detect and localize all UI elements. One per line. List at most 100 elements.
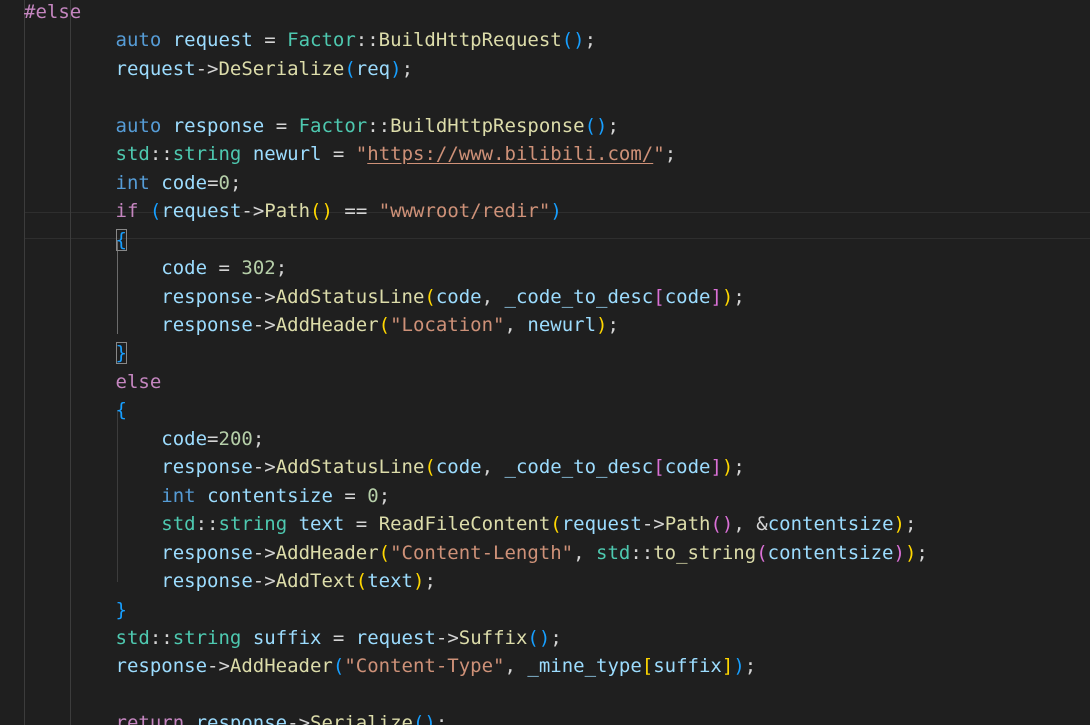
code-line[interactable]: response->AddHeader("Location", newurl);: [24, 311, 928, 339]
code-token: (: [424, 456, 436, 479]
code-token: ->: [195, 57, 219, 80]
code-token: code: [664, 285, 711, 308]
code-lines[interactable]: #else auto request = Factor::BuildHttpRe…: [24, 0, 928, 725]
code-token: response: [172, 114, 265, 137]
code-token: [: [653, 285, 665, 308]
code-line[interactable]: response->AddHeader("Content-Length", st…: [24, 539, 928, 567]
code-line[interactable]: code=200;: [24, 425, 928, 453]
code-token: code: [161, 171, 208, 194]
code-token: suffix: [252, 626, 322, 649]
code-token: suffix: [653, 655, 722, 678]
code-token: AddHeader: [275, 313, 379, 336]
code-token: ->: [252, 313, 276, 336]
code-token: ;: [664, 143, 677, 166]
code-editor[interactable]: #else auto request = Factor::BuildHttpRe…: [0, 0, 1090, 725]
code-token: ,: [481, 456, 505, 479]
code-token: code: [664, 456, 711, 479]
code-token: AddHeader: [275, 541, 379, 564]
code-token: ): [424, 712, 436, 725]
code-token: ): [721, 285, 734, 308]
code-token: ,: [504, 313, 528, 336]
code-token: Factor: [298, 114, 368, 137]
code-line[interactable]: std::string newurl = "https://www.bilibi…: [24, 140, 928, 168]
code-token: contentsize: [207, 484, 333, 507]
code-line[interactable]: [24, 83, 928, 111]
code-token: ;: [733, 285, 745, 308]
code-token: response: [161, 541, 253, 564]
code-token: =: [321, 626, 356, 649]
code-token: (: [584, 114, 597, 137]
code-line[interactable]: response->AddStatusLine(code, _code_to_d…: [24, 453, 928, 481]
code-token: ::: [630, 541, 654, 564]
code-token: code: [161, 257, 208, 280]
code-line[interactable]: response->AddHeader("Content-Type", _min…: [24, 652, 928, 680]
code-token: ): [904, 541, 917, 564]
code-line[interactable]: auto response = Factor::BuildHttpRespons…: [24, 112, 928, 140]
code-token: req: [355, 57, 391, 80]
code-token: 0: [218, 171, 230, 194]
code-token: Path: [264, 200, 311, 223]
code-line[interactable]: }: [24, 596, 928, 624]
code-line[interactable]: {: [24, 226, 928, 254]
code-token: DeSerialize: [218, 57, 345, 80]
code-token: (: [378, 541, 391, 564]
code-line[interactable]: int code=0;: [24, 169, 928, 197]
code-line[interactable]: std::string text = ReadFileContent(reque…: [24, 510, 928, 538]
code-token: (: [412, 712, 425, 725]
code-token: request: [355, 626, 436, 649]
code-token: else: [115, 370, 162, 393]
code-token: std: [115, 626, 150, 649]
code-token: std: [161, 513, 196, 536]
code-token: newurl: [527, 313, 597, 336]
code-line[interactable]: #else: [24, 0, 928, 26]
code-line[interactable]: auto request = Factor::BuildHttpRequest(…: [24, 26, 928, 54]
code-token: ReadFileContent: [378, 513, 551, 536]
code-token: =: [252, 29, 288, 52]
code-token: =: [344, 513, 379, 536]
code-token: ]: [721, 655, 734, 678]
code-token: ;: [744, 655, 757, 678]
code-line[interactable]: else: [24, 368, 928, 396]
code-token: =: [321, 143, 356, 166]
code-token: (: [424, 285, 436, 308]
code-token: ;: [229, 171, 242, 194]
code-line[interactable]: std::string suffix = request->Suffix();: [24, 624, 928, 652]
code-token: =: [207, 257, 242, 280]
code-token: response: [161, 570, 253, 593]
code-token: ;: [733, 456, 745, 479]
code-token: #else: [24, 1, 82, 23]
code-line[interactable]: response->AddText(text);: [24, 567, 928, 595]
code-token: Path: [664, 513, 711, 536]
code-token: ::: [367, 114, 391, 137]
code-token: }: [115, 598, 127, 621]
code-line[interactable]: request->DeSerialize(req);: [24, 55, 928, 83]
code-token: ;: [550, 626, 562, 649]
code-token: AddHeader: [229, 655, 333, 678]
matched-bracket: {: [115, 228, 127, 251]
code-line[interactable]: [24, 681, 928, 709]
code-line[interactable]: response->AddStatusLine(code, _code_to_d…: [24, 283, 928, 311]
code-token: AddStatusLine: [275, 285, 425, 308]
code-line[interactable]: if (request->Path() == "wwwroot/redir"): [24, 197, 928, 225]
code-token: "Content-Type": [344, 655, 505, 678]
code-token: 0: [367, 484, 379, 507]
code-line[interactable]: }: [24, 339, 928, 367]
code-line[interactable]: {: [24, 396, 928, 424]
code-line[interactable]: code = 302;: [24, 254, 928, 282]
code-token: (: [561, 29, 574, 52]
code-line[interactable]: return response->Serialize();: [24, 709, 928, 725]
code-token: ;: [607, 114, 619, 137]
code-token: ;: [607, 313, 619, 336]
code-line[interactable]: int contentsize = 0;: [24, 482, 928, 510]
